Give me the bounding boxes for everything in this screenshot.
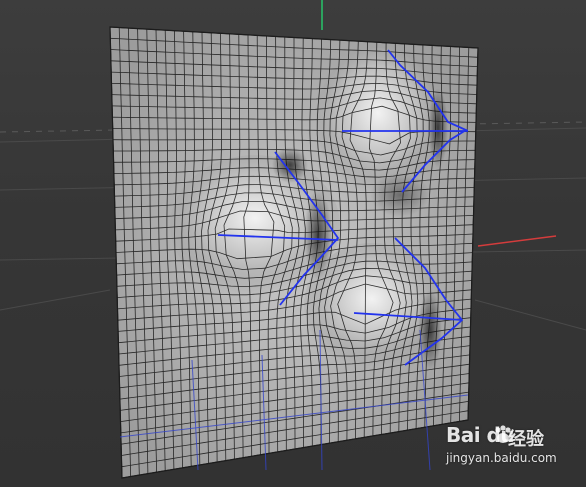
deformed-plane[interactable] (109, 26, 479, 479)
3d-viewport[interactable]: Bai du 经验 jingyan.baidu.com (0, 0, 586, 487)
viewport-scene[interactable] (0, 0, 586, 487)
x-axis-line (477, 235, 557, 247)
watermark-title: 经验 (508, 429, 544, 450)
watermark-url: jingyan.baidu.com (446, 451, 557, 465)
baidu-watermark: Bai du 经验 jingyan.baidu.com (446, 423, 557, 473)
